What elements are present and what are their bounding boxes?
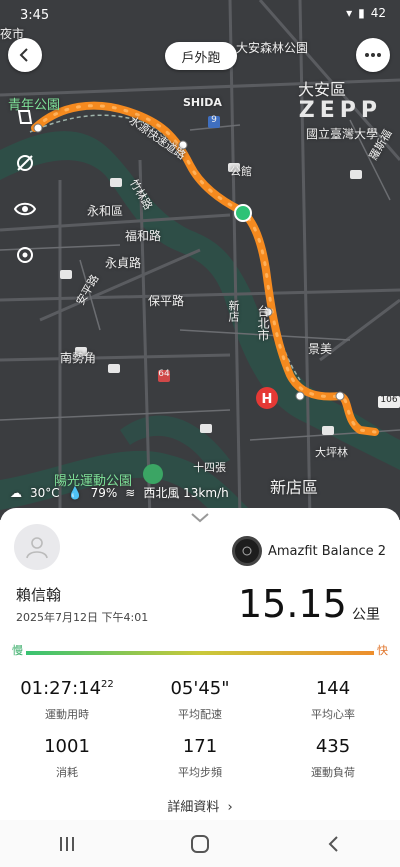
more-dots-icon [365,53,381,57]
metric-value: 1001 [44,736,90,757]
map-label-gongguan: 公館 [230,165,252,178]
signal-icon: ▮ [358,6,365,20]
status-time: 3:45 [20,8,50,23]
map-label-jingmei: 景美 [308,342,333,356]
metric-value: 05'45" [170,678,230,699]
map-label-shida: SHIDA [183,96,222,109]
metric-value: 435 [315,736,351,757]
metric-label: 消耗 [56,766,78,779]
details-label: 詳細資料 [167,800,220,815]
home-icon [190,834,209,853]
svg-text:H: H [262,392,273,407]
temperature: 30°C [30,485,60,500]
metric-label: 平均步頻 [178,766,222,779]
map-label-fuhe-rd: 福和路 [125,229,162,243]
heatmap-toggle-button[interactable] [8,146,42,180]
user-name: 賴信翰 [16,586,62,604]
watch-icon [232,536,262,566]
metric-label: 運動負荷 [311,766,355,779]
back-button[interactable] [8,38,42,72]
map-label-nanshijiao: 南勢角 [60,351,97,365]
metric-label: 平均心率 [311,708,355,721]
system-nav-bar [0,820,400,867]
layers-icon [17,110,33,124]
more-options-button[interactable] [356,38,390,72]
map-label-shisizhang: 十四張 [193,461,226,474]
pace-gradient-bar [14,651,386,655]
metric-avg-cadence: 171 平均步頻 [135,736,265,780]
back-arrow-icon [328,835,339,852]
map-label-daan-park: 大安森林公園 [236,41,309,55]
eye-off-icon [17,155,33,171]
route-shield-9: 9 [211,115,217,125]
wifi-icon: ▾ [346,6,353,20]
cloud-sun-icon: ☁ [10,485,22,500]
recents-icon [59,836,74,851]
user-icon [26,537,48,559]
map-label-dapinglin: 大坪林 [315,446,348,459]
total-distance: 15.15 [238,582,347,626]
map-label-yongzhen-rd: 永貞路 [105,256,142,270]
metric-value: 171 [182,736,218,757]
map-label-baoping-rd: 保平路 [148,294,185,308]
view-toggle-button[interactable] [8,192,42,226]
device-info: Amazfit Balance 2 [232,536,386,566]
zepp-watermark: ZEPP [298,98,382,123]
route-shield-106: 106 [380,395,398,405]
metric-value: 01:27:1422 [20,678,114,699]
route-shield-64: 64 [158,369,170,379]
metric-avg-pace: 05'45" 平均配速 [135,678,265,722]
metric-duration: 01:27:1422 運動用時 [2,678,132,722]
pace-fast-label: 快 [374,642,388,658]
metric-label: 運動用時 [45,708,89,721]
layers-button[interactable] [8,100,42,134]
metric-value: 144 [315,678,351,699]
locate-button[interactable] [8,238,42,272]
activity-datetime: 2025年7月12日 下午4:01 [16,611,149,624]
battery-level: 42 [370,6,386,20]
device-name: Amazfit Balance 2 [268,543,387,559]
map-label-daan-district: 大安區 [298,80,347,99]
summary-card: Amazfit Balance 2 賴信翰 2025年7月12日 下午4:01 … [0,508,400,820]
wind: 西北風 13km/h [143,486,229,500]
map-label-xindian-rd: 新店 [227,300,240,322]
metric-calories: 1001 消耗 [2,736,132,780]
details-link[interactable]: 詳細資料 › [0,796,400,815]
activity-detail-screen: H 夜市 大安森林公園 大安區 青年公園 SHIDA 國立臺灣大學 水源快速道路… [0,0,400,867]
map-tools [8,100,42,272]
map-label-xindian-district: 新店區 [270,478,319,497]
crosshair-icon [17,247,33,263]
metric-training-load: 435 運動負荷 [268,736,398,780]
chevron-left-icon [19,48,28,62]
status-icons: ▾ ▮ 42 [346,6,386,20]
chevron-down-icon[interactable] [190,512,210,524]
metric-label: 平均配速 [178,708,222,721]
metric-avg-heart-rate: 144 平均心率 [268,678,398,722]
humidity-icon: 💧 [67,485,83,500]
wind-icon: ≋ [125,485,136,500]
recents-button[interactable] [47,824,87,864]
humidity: 79% [90,485,118,500]
map-label-taipei-city: 台北市 [256,305,270,341]
map-label-yonghe: 永和區 [87,204,124,218]
weather-row: ☁ 30°C 💧 79% ≋ 西北風 13km/h [10,484,229,501]
status-bar: 3:45 ▾ ▮ 42 [0,0,400,26]
eye-icon [14,202,36,216]
home-button[interactable] [180,824,220,864]
route-map[interactable]: H 夜市 大安森林公園 大安區 青年公園 SHIDA 國立臺灣大學 水源快速道路… [0,0,400,520]
avatar[interactable] [14,524,60,570]
activity-type-pill[interactable]: 戶外跑 [165,42,237,70]
map-label-ntu: 國立臺灣大學 [306,127,379,141]
chevron-right-icon: › [227,800,233,815]
pace-slow-label: 慢 [12,642,26,658]
back-nav-button[interactable] [313,824,353,864]
distance-unit: 公里 [352,607,380,623]
